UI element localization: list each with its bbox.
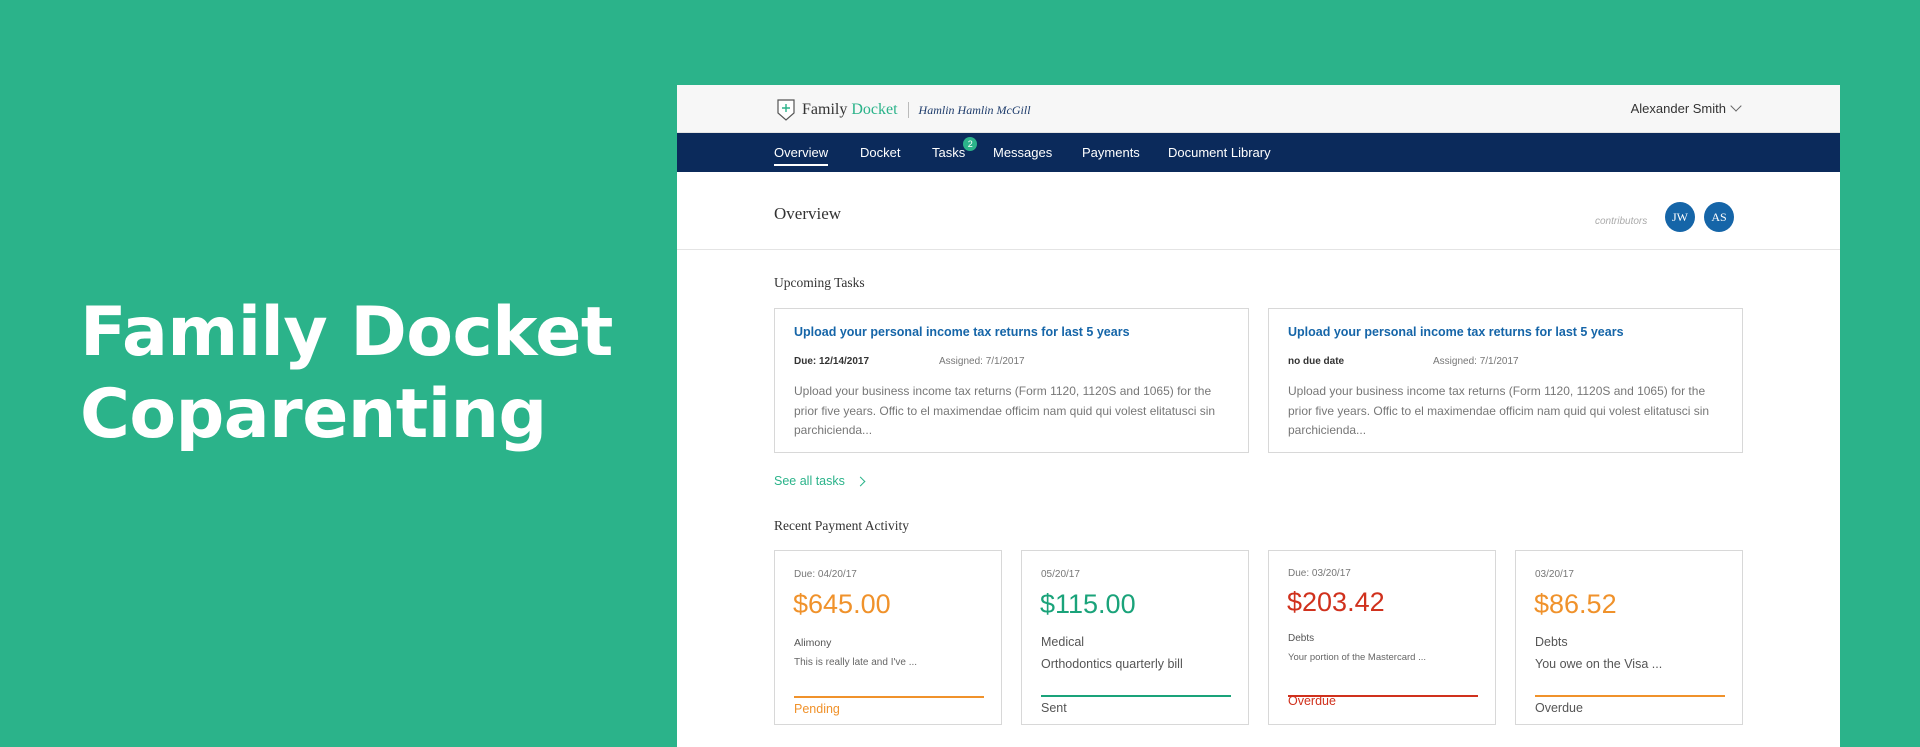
tab-document-library[interactable]: Document Library — [1168, 145, 1271, 160]
tab-docket[interactable]: Docket — [860, 145, 900, 160]
payment-date: Due: 04/20/17 — [794, 569, 857, 580]
task-due-date: Due: 12/14/2017 — [794, 356, 870, 367]
task-due-date: no due date — [1288, 356, 1345, 367]
logo-icon — [777, 99, 795, 121]
brand[interactable]: Family Docket Hamlin Hamlin McGill — [776, 98, 1031, 122]
payment-card[interactable]: 03/20/17 $86.52 Debts You owe on the Vis… — [1515, 550, 1743, 725]
payment-category: Debts — [1535, 635, 1568, 649]
see-all-tasks-link[interactable]: See all tasks — [774, 474, 866, 488]
brand-name: Family Docket — [802, 101, 898, 118]
recent-payments-title: Recent Payment Activity — [774, 518, 909, 533]
page-title: Overview — [774, 204, 842, 223]
task-description: Upload your business income tax returns … — [794, 384, 1216, 437]
payment-description: This is really late and I've ... — [794, 657, 918, 668]
tab-overview[interactable]: Overview — [774, 145, 829, 166]
user-name: Alexander Smith — [1630, 101, 1726, 116]
hero-title-line2: Coparenting — [80, 375, 547, 454]
payment-description: You owe on the Visa ... — [1535, 657, 1663, 671]
payment-description: Your portion of the Mastercard ... — [1288, 652, 1427, 663]
app-window: Family Docket Hamlin Hamlin McGill Alexan… — [677, 85, 1840, 747]
payment-date: Due: 03/20/17 — [1288, 568, 1351, 579]
tab-payments[interactable]: Payments — [1082, 145, 1140, 160]
tasks-count-badge: 2 — [963, 137, 978, 151]
payment-amount: $115.00 — [1040, 589, 1136, 619]
payment-status-bar — [794, 696, 984, 698]
main-nav: Overview Docket Tasks 2 Messages Payments… — [677, 133, 1840, 172]
payment-status-bar — [1041, 695, 1231, 697]
task-card[interactable]: Upload your personal income tax returns … — [774, 308, 1249, 453]
brand-accent: Docket — [851, 101, 898, 118]
task-card[interactable]: Upload your personal income tax returns … — [1268, 308, 1743, 453]
payment-category: Alimony — [794, 637, 832, 649]
payment-amount: $645.00 — [793, 589, 891, 619]
payment-category: Medical — [1041, 635, 1085, 649]
payment-status-bar — [1535, 695, 1725, 697]
payment-status: Sent — [1041, 701, 1067, 715]
payment-card[interactable]: Due: 03/20/17 $203.42 Debts Your portion… — [1268, 550, 1496, 725]
payment-amount: $203.42 — [1287, 587, 1385, 617]
firm-name: Hamlin Hamlin McGill — [918, 102, 1031, 117]
task-assigned-date: Assigned: 7/1/2017 — [939, 356, 1025, 367]
payment-amount: $86.52 — [1534, 589, 1617, 619]
payment-status: Overdue — [1288, 694, 1336, 708]
payment-status: Pending — [794, 702, 840, 716]
tab-tasks-label: Tasks — [932, 145, 966, 160]
task-title[interactable]: Upload your personal income tax returns … — [1288, 325, 1624, 339]
payment-date: 03/20/17 — [1535, 569, 1574, 580]
overview-header: Overview contributors JW AS — [677, 172, 1840, 250]
hero-title-line1: Family Docket — [80, 293, 613, 372]
tab-tasks[interactable]: Tasks 2 — [932, 137, 978, 160]
upcoming-tasks-title: Upcoming Tasks — [774, 275, 865, 290]
top-bar: Family Docket Hamlin Hamlin McGill Alexan… — [677, 85, 1840, 133]
task-description: Upload your business income tax returns … — [1288, 384, 1710, 437]
payment-category: Debts — [1288, 633, 1315, 644]
chevron-down-icon — [1730, 100, 1742, 112]
payment-status: Overdue — [1535, 701, 1583, 715]
contributors-label: contributors — [1595, 216, 1648, 227]
payment-description: Orthodontics quarterly bill — [1041, 657, 1183, 671]
payment-card[interactable]: 05/20/17 $115.00 Medical Orthodontics qu… — [1021, 550, 1249, 725]
avatar[interactable]: JW — [1665, 202, 1695, 232]
tab-messages[interactable]: Messages — [993, 145, 1052, 160]
task-title[interactable]: Upload your personal income tax returns … — [794, 325, 1130, 339]
brand-divider — [907, 102, 909, 118]
task-assigned-date: Assigned: 7/1/2017 — [1433, 356, 1519, 367]
payment-card[interactable]: Due: 04/20/17 $645.00 Alimony This is re… — [774, 550, 1002, 725]
chevron-right-icon — [855, 476, 866, 486]
see-all-tasks-label: See all tasks — [774, 474, 845, 488]
avatar[interactable]: AS — [1704, 202, 1734, 232]
hero-title: Family Docket Coparenting — [80, 292, 613, 456]
user-menu[interactable]: Alexander Smith — [1630, 100, 1742, 116]
payment-date: 05/20/17 — [1041, 569, 1080, 580]
